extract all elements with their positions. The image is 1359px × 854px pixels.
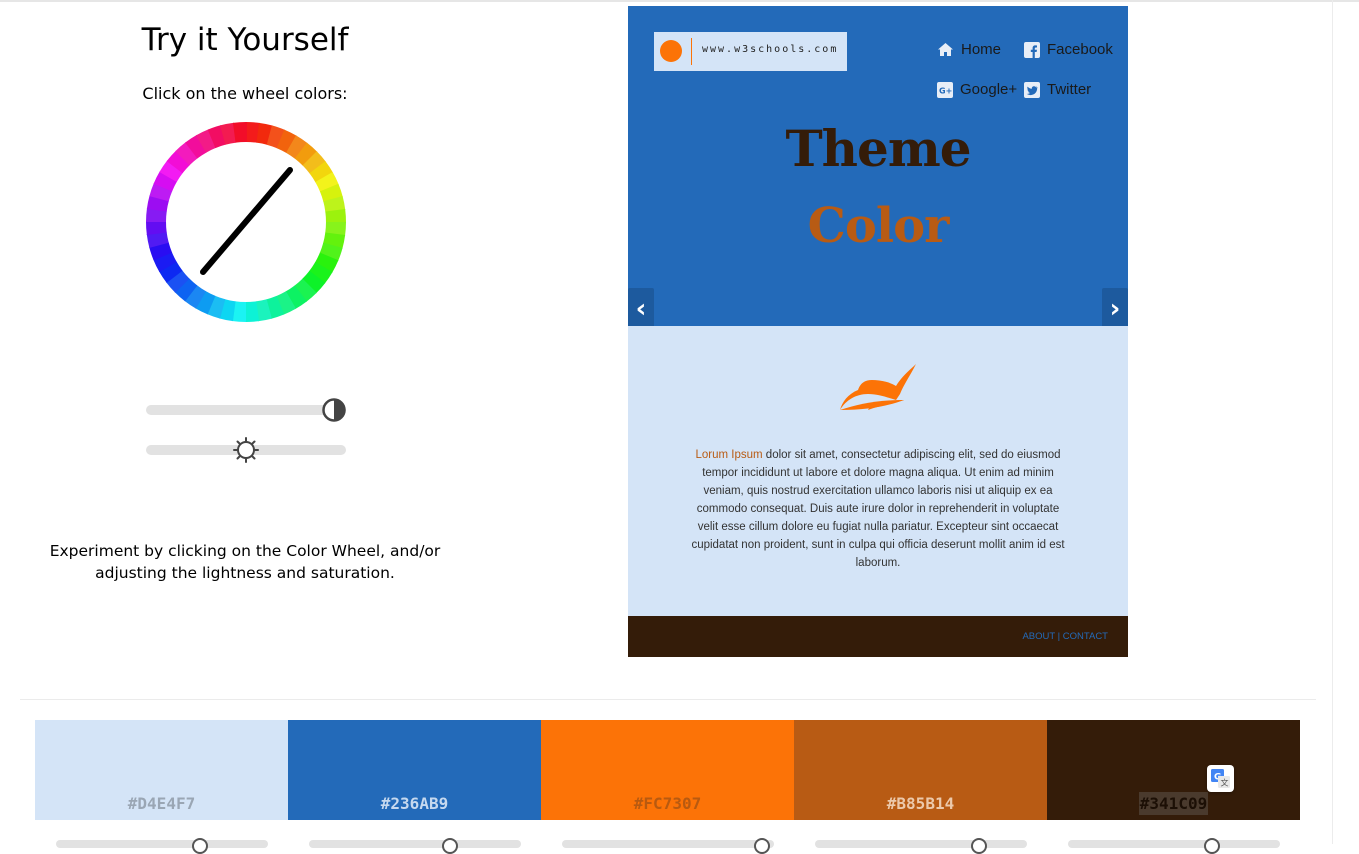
saturation-slider[interactable] — [146, 398, 346, 422]
contrast-icon[interactable] — [321, 397, 347, 423]
swatch-slider-4-thumb[interactable] — [971, 838, 987, 854]
right-gutter — [1332, 0, 1333, 844]
swatch-4-hex: #B85B14 — [886, 794, 955, 813]
swatch-sliders-row — [0, 838, 1359, 854]
theme-preview: www.w3schools.com Home Facebook G+ Googl… — [628, 6, 1128, 657]
footer-links: ABOUT | CONTACT — [1022, 631, 1108, 642]
google-translate-icon[interactable]: G文 — [1207, 765, 1234, 792]
body-text: Lorum Ipsum dolor sit amet, consectetur … — [690, 446, 1066, 572]
swatch-4[interactable]: #B85B14 — [794, 720, 1047, 820]
nav-google[interactable]: G+ Google+ — [937, 81, 1017, 98]
nav-facebook-label: Facebook — [1047, 41, 1113, 58]
home-icon — [938, 43, 953, 56]
hero-title-line2: Color — [807, 198, 950, 254]
color-wheel[interactable] — [145, 121, 347, 323]
footer-separator: | — [1055, 631, 1063, 642]
twitter-icon — [1024, 81, 1040, 98]
logo-text: www.w3schools.com — [702, 44, 839, 55]
swatch-slider-4[interactable] — [815, 838, 1027, 854]
footer-contact-link[interactable]: CONTACT — [1063, 631, 1108, 642]
swatch-1-hex: #D4E4F7 — [127, 794, 196, 813]
nav-facebook[interactable]: Facebook — [1024, 41, 1113, 58]
preview-footer: ABOUT | CONTACT — [628, 616, 1128, 657]
logo-divider — [691, 38, 692, 65]
swatch-5-hex: #341C09 — [1138, 792, 1209, 815]
facebook-icon — [1024, 41, 1040, 58]
swatch-slider-2[interactable] — [309, 838, 521, 854]
section-divider — [20, 699, 1316, 700]
swatch-slider-5[interactable] — [1068, 838, 1280, 854]
swatch-2-hex: #236AB9 — [380, 794, 449, 813]
prev-slide-button[interactable]: ‹ — [628, 288, 654, 330]
globe-icon — [660, 40, 682, 62]
content-section: Lorum Ipsum dolor sit amet, consectetur … — [628, 326, 1128, 616]
next-slide-button[interactable]: › — [1102, 288, 1128, 330]
swatch-slider-5-thumb[interactable] — [1204, 838, 1220, 854]
swatch-slider-3[interactable] — [562, 838, 774, 854]
svg-text:文: 文 — [1221, 778, 1229, 788]
swatch-3-hex: #FC7307 — [633, 794, 702, 813]
nav-twitter[interactable]: Twitter — [1024, 81, 1091, 98]
lightness-slider[interactable] — [146, 437, 346, 463]
explanation-text: Experiment by clicking on the Color Whee… — [49, 542, 441, 582]
swatch-3[interactable]: #FC7307 — [541, 720, 794, 820]
nav-google-label: Google+ — [960, 81, 1018, 98]
wheel-instruction: Click on the wheel colors: — [142, 84, 348, 103]
body-text-highlight: Lorum Ipsum — [695, 449, 763, 461]
try-it-panel: Try it Yourself Click on the wheel color… — [0, 0, 490, 700]
nav-home[interactable]: Home — [937, 41, 1001, 58]
footer-about-link[interactable]: ABOUT — [1022, 631, 1055, 642]
swatch-2[interactable]: #236AB9 — [288, 720, 541, 820]
color-palette: #D4E4F7 #236AB9 #FC7307 #B85B14 #341C09 — [35, 720, 1300, 820]
swatch-slider-1[interactable] — [56, 838, 268, 854]
hero-section: www.w3schools.com Home Facebook G+ Googl… — [628, 6, 1128, 326]
swatch-1[interactable]: #D4E4F7 — [35, 720, 288, 820]
google-plus-icon: G+ — [937, 81, 953, 98]
swatch-slider-2-thumb[interactable] — [442, 838, 458, 854]
logo[interactable]: www.w3schools.com — [654, 32, 847, 71]
svg-text:G+: G+ — [939, 86, 952, 95]
body-text-rest: dolor sit amet, consectetur adipiscing e… — [691, 449, 1065, 569]
wheel-selector-line — [200, 167, 293, 275]
brightness-icon[interactable] — [233, 437, 259, 463]
nav-home-label: Home — [961, 41, 1002, 58]
page-title: Try it Yourself — [141, 22, 349, 58]
nav-twitter-label: Twitter — [1047, 81, 1092, 98]
color-wheel-icon[interactable] — [145, 121, 347, 323]
hat-icon — [840, 364, 916, 410]
hero-title-line1: Theme — [785, 119, 971, 178]
swatch-slider-1-thumb[interactable] — [192, 838, 208, 854]
swatch-slider-3-thumb[interactable] — [754, 838, 770, 854]
swatch-5[interactable]: #341C09 — [1047, 720, 1300, 820]
